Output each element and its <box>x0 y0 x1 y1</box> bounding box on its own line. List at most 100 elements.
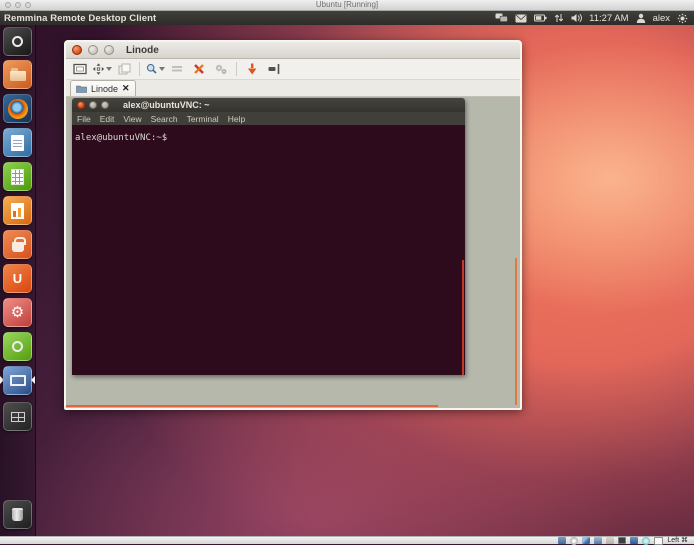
terminal-window: alex@ubuntuVNC: ~ File Edit View Search … <box>72 98 465 375</box>
shared-folders-icon[interactable] <box>606 537 614 544</box>
launcher-item-software-updater[interactable] <box>3 332 32 361</box>
harddisk-icon[interactable] <box>558 537 566 544</box>
focused-indicator-arrow <box>31 376 35 384</box>
firefox-icon <box>8 99 28 119</box>
connection-settings-button[interactable] <box>211 60 231 78</box>
launcher-item-writer[interactable] <box>3 128 32 157</box>
terminal-title: alex@ubuntuVNC: ~ <box>123 100 210 110</box>
user-icon[interactable] <box>636 13 646 23</box>
exit-icon <box>266 61 282 77</box>
scale-arrows-icon <box>92 61 105 77</box>
hostkey-state-icon <box>654 537 663 545</box>
launcher-item-firefox[interactable] <box>3 94 32 123</box>
remmina-tabbar: Linode ✕ <box>66 80 520 97</box>
host-window-titlebar[interactable]: Ubuntu [Running] <box>0 0 694 11</box>
remmina-window-title: Linode <box>126 45 159 56</box>
launcher-item-impress[interactable] <box>3 196 32 225</box>
indicator-area: 11:27 AM alex <box>495 13 694 24</box>
session-gear-icon[interactable] <box>677 13 688 24</box>
maximize-button[interactable] <box>104 45 114 55</box>
user-menu[interactable]: alex <box>653 13 670 24</box>
tab-folder-icon <box>76 84 87 93</box>
ubuntu-logo-icon <box>12 36 23 47</box>
remmina-window: Linode <box>64 40 522 410</box>
scale-window-button[interactable] <box>92 60 112 78</box>
hostkey-label: Left ⌘ <box>667 537 688 545</box>
launcher-item-calc[interactable] <box>3 162 32 191</box>
terminal-body[interactable]: alex@ubuntuVNC:~$ <box>72 125 465 375</box>
terminal-menubar: File Edit View Search Terminal Help <box>72 112 465 125</box>
toggle-fullscreen-button[interactable] <box>70 60 90 78</box>
network-icon[interactable] <box>582 537 590 544</box>
launcher-item-workspace-switcher[interactable] <box>3 402 32 431</box>
close-button[interactable] <box>72 45 82 55</box>
battery-icon[interactable] <box>534 14 547 22</box>
connection-tools-button[interactable] <box>189 60 209 78</box>
vnc-artifact-vertical-line <box>515 258 517 405</box>
usb-icon[interactable] <box>594 537 602 544</box>
tab-close-icon[interactable]: ✕ <box>122 84 130 93</box>
menu-help[interactable]: Help <box>228 114 245 124</box>
tools-icon <box>191 61 207 77</box>
exit-button[interactable] <box>264 60 284 78</box>
launcher-item-dash[interactable] <box>3 27 32 56</box>
launcher-item-files[interactable] <box>3 60 32 89</box>
grab-keyboard-button[interactable] <box>167 60 187 78</box>
remmina-window-buttons <box>66 45 114 55</box>
vnc-artifact-red-line <box>462 260 464 375</box>
terminal-titlebar[interactable]: alex@ubuntuVNC: ~ <box>72 98 465 112</box>
launcher-item-system-settings[interactable]: ⚙ <box>3 298 32 327</box>
video-capture-icon[interactable] <box>630 537 638 544</box>
calc-spreadsheet-icon <box>11 169 24 185</box>
chevron-down-icon <box>159 67 165 71</box>
zoom-options-button[interactable] <box>145 60 165 78</box>
vnc-viewport[interactable]: alex@ubuntuVNC: ~ File Edit View Search … <box>66 97 520 408</box>
disconnect-button[interactable] <box>242 60 262 78</box>
cdrom-icon[interactable] <box>570 537 578 545</box>
menu-search[interactable]: Search <box>151 114 178 124</box>
host-window-buttons[interactable] <box>5 2 31 8</box>
mouse-integration-icon[interactable] <box>642 537 650 545</box>
ubuntu-one-icon: U <box>13 272 22 285</box>
terminal-minimize-button[interactable] <box>89 101 97 109</box>
tab-linode[interactable]: Linode ✕ <box>70 80 136 96</box>
workspace-grid-icon <box>11 412 25 422</box>
panel-app-title: Remmina Remote Desktop Client <box>0 13 156 24</box>
updater-icon <box>12 341 23 352</box>
terminal-maximize-button[interactable] <box>101 101 109 109</box>
unity-top-panel: Remmina Remote Desktop Client 11:27 AM a… <box>0 11 694 25</box>
menu-terminal[interactable]: Terminal <box>187 114 219 124</box>
menu-file[interactable]: File <box>77 114 91 124</box>
launcher-item-remmina[interactable] <box>3 366 32 395</box>
host-zoom-button[interactable] <box>25 2 31 8</box>
minimize-button[interactable] <box>88 45 98 55</box>
vbox-statusbar: Left ⌘ <box>0 536 694 544</box>
mail-icon[interactable] <box>515 14 527 23</box>
disconnect-plug-icon <box>244 61 260 77</box>
sync-arrows-icon[interactable] <box>554 13 564 23</box>
launcher-item-trash[interactable] <box>3 500 32 529</box>
menu-edit[interactable]: Edit <box>100 114 115 124</box>
fullscreen-icon <box>72 61 88 77</box>
magnifier-icon <box>145 61 158 77</box>
display-icon[interactable] <box>618 537 626 544</box>
menu-view[interactable]: View <box>123 114 141 124</box>
vnc-artifact-horizontal-line <box>66 405 438 407</box>
terminal-window-buttons <box>72 101 109 109</box>
messaging-icon[interactable] <box>495 13 508 23</box>
unity-launcher: U ⚙ <box>0 25 36 536</box>
tab-label: Linode <box>91 84 118 94</box>
gear-icon: ⚙ <box>11 305 24 320</box>
launcher-item-software-center[interactable] <box>3 230 32 259</box>
host-close-button[interactable] <box>5 2 11 8</box>
launcher-item-ubuntu-one[interactable]: U <box>3 264 32 293</box>
remmina-monitor-icon <box>10 375 26 386</box>
host-minimize-button[interactable] <box>15 2 21 8</box>
sound-icon[interactable] <box>571 13 582 23</box>
clock[interactable]: 11:27 AM <box>589 13 628 24</box>
terminal-close-button[interactable] <box>77 101 85 109</box>
chevron-down-icon <box>106 67 112 71</box>
grab-keyboard-icon <box>169 61 185 77</box>
remmina-titlebar[interactable]: Linode <box>66 42 520 59</box>
duplicate-connection-button[interactable] <box>114 60 134 78</box>
